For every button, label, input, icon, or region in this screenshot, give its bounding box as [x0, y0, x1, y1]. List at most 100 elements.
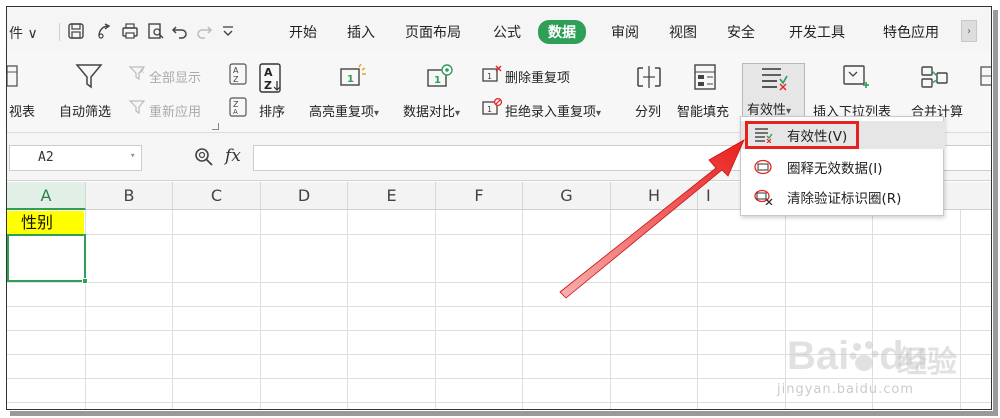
tab-home[interactable]: 开始	[289, 22, 317, 42]
menu-item-clear-circles[interactable]: 清除验证标识圈(R)	[741, 183, 945, 211]
grid-line	[7, 306, 991, 307]
tab-formulas[interactable]: 公式	[493, 22, 521, 42]
grid-line	[172, 210, 173, 409]
grid-line	[435, 210, 436, 409]
name-box-value: A2	[38, 150, 54, 165]
paw-icon	[849, 338, 879, 372]
grid-line	[610, 210, 611, 409]
cell-a1[interactable]: 性别	[7, 211, 84, 234]
data-compare-button[interactable]: 数据对比▾	[403, 101, 460, 120]
redo-icon[interactable]	[193, 20, 215, 42]
circle-invalid-icon	[753, 158, 775, 176]
svg-text:1: 1	[434, 75, 441, 86]
data-compare-icon[interactable]: 1	[425, 63, 455, 91]
menu-item-circle-invalid-label: 圈释无效数据(I)	[787, 161, 883, 177]
smart-fill-icon[interactable]	[693, 63, 719, 91]
grid-line	[697, 210, 698, 409]
tab-developer[interactable]: 开发工具	[789, 22, 845, 42]
watermark-brand-bai: Bai	[787, 334, 850, 378]
tab-review[interactable]: 审阅	[611, 22, 639, 42]
funnel-icon[interactable]	[75, 61, 103, 91]
highlight-duplicates-icon[interactable]: 1	[337, 63, 367, 91]
chevron-down-icon: ▾	[374, 108, 380, 119]
tab-security[interactable]: 安全	[727, 22, 755, 42]
grid-line	[522, 210, 523, 409]
watermark: Bai du 经验 jingyan.baidu.com	[767, 312, 991, 407]
split-column-button[interactable]: 分列	[635, 101, 661, 120]
chevron-down-icon[interactable]: ▾	[130, 151, 135, 161]
filter-group-launcher-icon[interactable]	[212, 123, 219, 130]
tab-insert[interactable]: 插入	[347, 22, 375, 42]
sort-ascending-icon[interactable]: AZ	[229, 63, 249, 85]
reject-duplicates-label: 拒绝录入重复项	[505, 105, 597, 120]
sort-descending-icon[interactable]: ZA	[229, 97, 249, 117]
chevron-down-icon: ▾	[455, 108, 461, 119]
frame-shadow-right	[993, 10, 998, 412]
column-header-h[interactable]: H	[611, 182, 698, 210]
column-header-d[interactable]: D	[261, 182, 348, 210]
undo-icon[interactable]	[169, 20, 191, 42]
column-header-f[interactable]: F	[436, 182, 523, 210]
consolidate-icon[interactable]	[919, 63, 949, 91]
svg-text:1: 1	[487, 72, 492, 81]
reject-duplicates-button[interactable]: 拒绝录入重复项▾	[505, 101, 601, 120]
fill-handle[interactable]	[82, 278, 88, 284]
cell-a2-selected[interactable]	[7, 234, 86, 282]
more-tools-icon[interactable]	[979, 63, 991, 89]
svg-text:Z: Z	[233, 75, 239, 84]
frame-shadow-bottom	[10, 411, 998, 416]
quick-access-separator	[59, 23, 60, 41]
remove-duplicates-button[interactable]: 删除重复项	[505, 67, 570, 86]
menu-item-clear-circles-label: 清除验证标识圈(R)	[787, 191, 902, 207]
svg-text:1: 1	[347, 74, 354, 85]
show-all-icon: x	[128, 65, 147, 81]
tab-page-layout[interactable]: 页面布局	[405, 22, 461, 42]
reapply-button[interactable]: 重新应用	[149, 101, 201, 120]
tab-special-apps[interactable]: 特色应用	[883, 22, 939, 42]
tab-data[interactable]: 数据	[538, 20, 586, 44]
column-header-e[interactable]: E	[348, 182, 436, 210]
file-menu[interactable]: 件 ∨	[9, 23, 38, 43]
column-header-c[interactable]: C	[173, 182, 261, 210]
svg-text:1: 1	[487, 105, 492, 114]
annotation-highlight-box	[745, 121, 859, 149]
insert-function-button[interactable]: fx	[225, 146, 241, 166]
pivot-table-icon[interactable]	[7, 63, 19, 89]
svg-text:Z: Z	[264, 79, 272, 92]
watermark-cn: 经验	[897, 345, 957, 380]
menu-item-circle-invalid[interactable]: 圈释无效数据(I)	[741, 153, 945, 181]
column-header-g[interactable]: G	[523, 182, 611, 210]
zoom-search-icon[interactable]	[193, 146, 215, 168]
watermark-url: jingyan.baidu.com	[777, 382, 914, 397]
highlight-duplicates-button[interactable]: 高亮重复项▾	[309, 101, 379, 120]
grid-line	[7, 282, 991, 283]
split-column-icon[interactable]	[635, 63, 663, 91]
reject-duplicates-icon[interactable]: 1	[481, 97, 503, 116]
save-icon[interactable]	[65, 20, 87, 42]
svg-text:A: A	[233, 108, 238, 116]
tabs-scroll-right-button[interactable]: ›	[961, 20, 977, 42]
data-compare-label: 数据对比	[403, 105, 456, 120]
print-icon[interactable]	[119, 20, 141, 42]
pivot-table-label[interactable]: 视表	[9, 101, 35, 120]
name-box[interactable]: A2 ▾	[9, 145, 142, 171]
svg-text:x: x	[140, 67, 144, 75]
auto-filter-button[interactable]: 自动筛选	[59, 101, 111, 120]
column-header-a[interactable]: A	[7, 182, 86, 210]
clear-circles-icon	[753, 188, 775, 206]
export-pdf-icon[interactable]	[93, 20, 115, 42]
smart-fill-button[interactable]: 智能填充	[677, 101, 729, 120]
column-header-b[interactable]: B	[86, 182, 173, 210]
customize-quick-access-icon[interactable]	[217, 20, 239, 42]
sort-az-icon[interactable]: AZ	[259, 63, 285, 93]
validity-dropdown-menu: 有效性(V) 圈释无效数据(I) 清除验证标识圈(R)	[740, 116, 945, 216]
highlight-duplicates-label: 高亮重复项	[309, 105, 375, 120]
show-all-button[interactable]: 全部显示	[149, 67, 201, 86]
reapply-icon	[128, 99, 147, 115]
remove-duplicates-icon[interactable]: 1	[481, 65, 503, 83]
chevron-down-icon: ▾	[596, 108, 602, 119]
insert-dropdown-list-icon[interactable]	[841, 63, 871, 91]
print-preview-icon[interactable]	[145, 20, 167, 42]
sort-button[interactable]: 排序	[259, 101, 285, 120]
tab-view[interactable]: 视图	[669, 22, 697, 42]
